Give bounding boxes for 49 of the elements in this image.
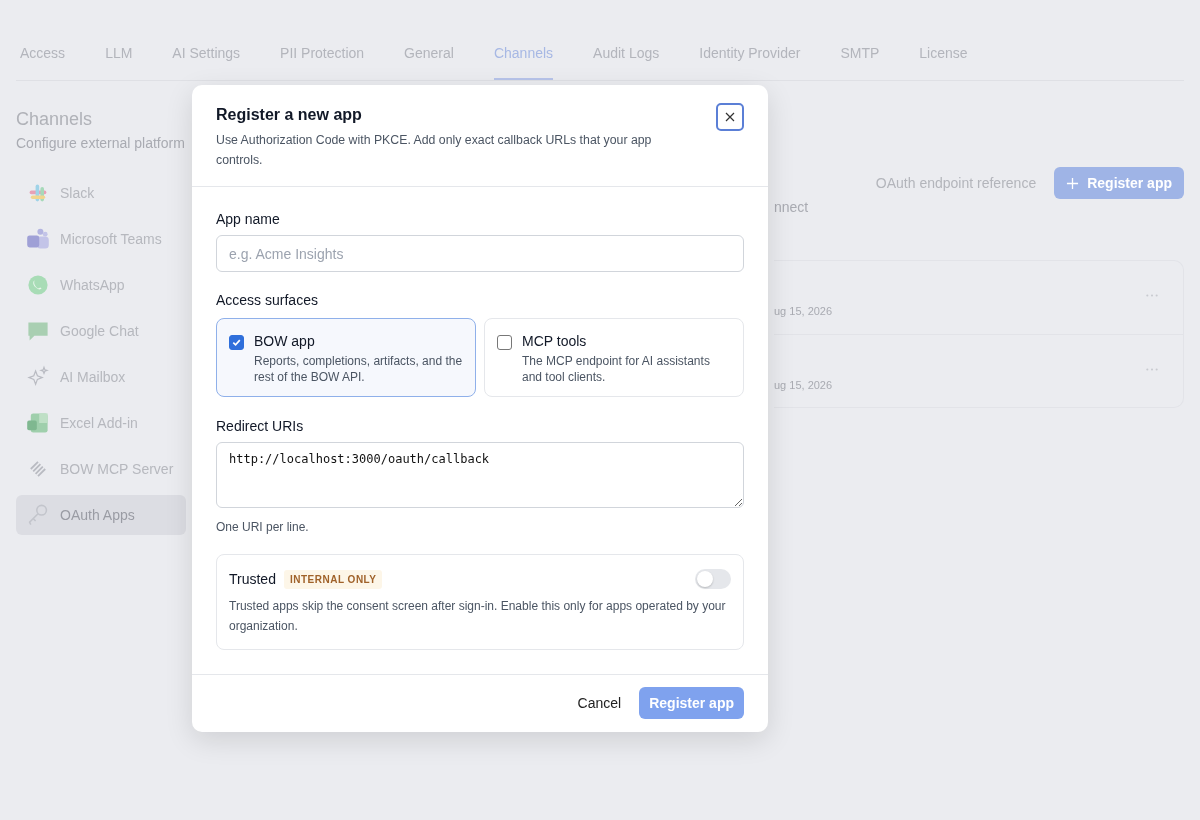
settings-tab[interactable]: General	[404, 36, 454, 80]
option-description: The MCP endpoint for AI assistants and tool clients.	[522, 353, 711, 385]
section-subtitle: Configure external platform	[16, 135, 186, 151]
subtitle-text: nnect	[774, 199, 809, 215]
field-label: Access surfaces	[216, 292, 319, 308]
settings-tab[interactable]: Channels	[493, 36, 554, 80]
people-logo-icon	[26, 227, 50, 251]
check-icon	[231, 337, 242, 348]
internal-only-badge: INTERNAL ONLY	[283, 569, 383, 589]
spreadsheet-logo-icon	[26, 411, 50, 435]
trusted-label: Trusted	[229, 571, 276, 587]
redirect-uris-field[interactable]: http://localhost:3000/oauth/callback	[216, 442, 744, 508]
plus-icon	[1066, 176, 1080, 190]
option-title: MCP tools	[522, 333, 588, 349]
key-icon	[26, 503, 50, 527]
sidebar-item[interactable]: OAuth Apps	[16, 495, 186, 535]
dialog-title: Register a new app	[216, 106, 363, 124]
field-hint: One URI per line.	[216, 520, 310, 534]
surface-option-card[interactable]: MCP tools The MCP endpoint for AI assistants and tool clients.	[484, 318, 744, 397]
option-description: Reports, completions, artifacts, and the rest of the BOW API.	[254, 353, 463, 385]
settings-tab[interactable]: Audit Logs	[593, 36, 660, 80]
close-button[interactable]	[716, 103, 744, 131]
phone-bubble-icon	[26, 273, 50, 297]
register-app-button[interactable]: Register app	[1054, 167, 1184, 199]
app-date: ug 15, 2026	[774, 379, 833, 391]
cancel-button[interactable]: Cancel	[577, 695, 622, 711]
field-label: Redirect URIs	[216, 418, 305, 434]
surface-option-card[interactable]: BOW app Reports, completions, artifacts, and the rest of the BOW API.	[216, 318, 476, 397]
field-label: App name	[216, 211, 281, 227]
settings-tab[interactable]: Identity Provider	[699, 36, 801, 80]
settings-tab[interactable]: AI Settings	[172, 36, 241, 80]
dialog-description: Use Authorization Code with PKCE. Add only exact callback URLs that your app controls.	[216, 132, 653, 169]
settings-tab[interactable]: SMTP	[840, 36, 880, 80]
checkbox[interactable]	[229, 335, 244, 350]
app-date: ug 15, 2026	[774, 305, 833, 317]
settings-tab[interactable]: License	[919, 36, 968, 80]
close-icon	[725, 112, 735, 122]
sparkle-icon	[26, 365, 50, 389]
trusted-toggle[interactable]	[695, 569, 731, 589]
settings-tab[interactable]: LLM	[105, 36, 133, 80]
section-title: Channels	[16, 109, 94, 130]
trusted-description: Trusted apps skip the consent screen after sign-in. Enable this only for apps operated by your organization.	[229, 598, 727, 635]
option-title: BOW app	[254, 333, 316, 349]
register-app-button[interactable]: Register app	[639, 687, 744, 719]
checkbox[interactable]	[497, 335, 512, 350]
app-name-field[interactable]: e.g. Acme Insights	[216, 235, 744, 272]
reference-link[interactable]: OAuth endpoint reference	[875, 175, 1037, 191]
settings-tab[interactable]: Access	[20, 36, 66, 80]
settings-tab[interactable]: PII Protection	[280, 36, 365, 80]
